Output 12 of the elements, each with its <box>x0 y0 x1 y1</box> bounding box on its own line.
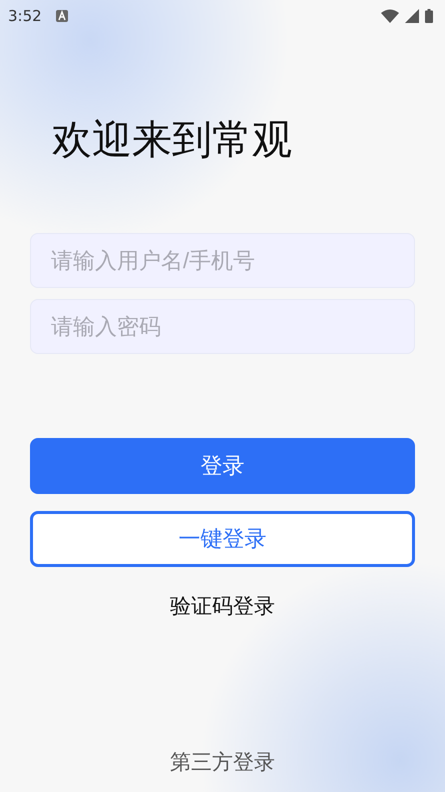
one-tap-login-button[interactable]: 一键登录 <box>30 511 415 567</box>
input-field[interactable]: 请输入密码 <box>30 299 415 354</box>
welcome-title: 欢迎来到常观 <box>52 116 292 164</box>
status-time: 3:52 <box>8 7 42 25</box>
wifi-icon <box>381 9 399 23</box>
signal-icon <box>405 9 419 23</box>
sms-code-login-link[interactable]: 验证码登录 <box>170 592 275 620</box>
input-field[interactable]: 请输入用户名/手机号 <box>30 233 415 288</box>
battery-icon <box>425 9 433 23</box>
login-button[interactable]: 登录 <box>30 438 415 494</box>
third-party-login-link[interactable]: 第三方登录 <box>170 748 275 776</box>
notification-icon <box>56 10 68 22</box>
